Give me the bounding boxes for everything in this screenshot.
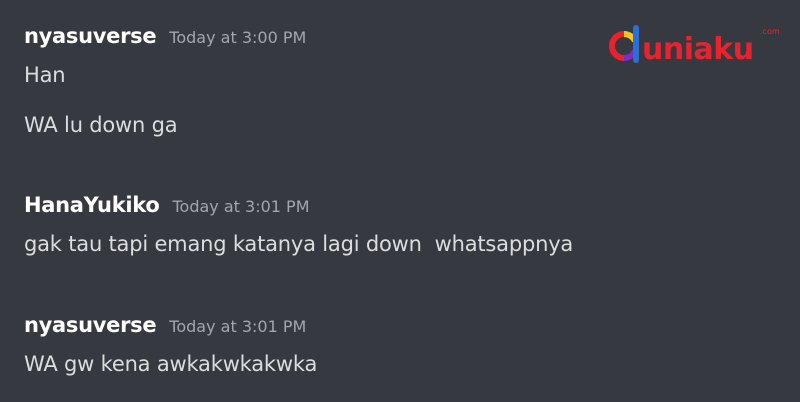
message-group: HanaYukiko Today at 3:01 PM gak tau tapi… <box>24 193 764 256</box>
message-text: gak tau tapi emang katanya lagi down wha… <box>24 232 574 256</box>
svg-text:.com: .com <box>760 27 780 36</box>
message-text: WA lu down ga <box>24 113 178 137</box>
svg-text:uniaku: uniaku <box>642 32 754 67</box>
message-header: HanaYukiko Today at 3:01 PM <box>24 193 764 217</box>
message-header: nyasuverse Today at 3:01 PM <box>24 313 764 337</box>
message-timestamp: Today at 3:01 PM <box>169 317 307 336</box>
message-timestamp: Today at 3:00 PM <box>169 28 307 47</box>
message-group: nyasuverse Today at 3:01 PM WA gw kena a… <box>24 313 764 376</box>
duniaku-logo: uniaku .com <box>609 25 780 67</box>
message-author[interactable]: HanaYukiko <box>24 193 160 217</box>
message-text: WA gw kena awkakwkakwka <box>24 352 318 376</box>
message-text: Han <box>24 63 66 87</box>
message-timestamp: Today at 3:01 PM <box>172 197 310 216</box>
message-author[interactable]: nyasuverse <box>24 313 157 337</box>
message-author[interactable]: nyasuverse <box>24 24 157 48</box>
